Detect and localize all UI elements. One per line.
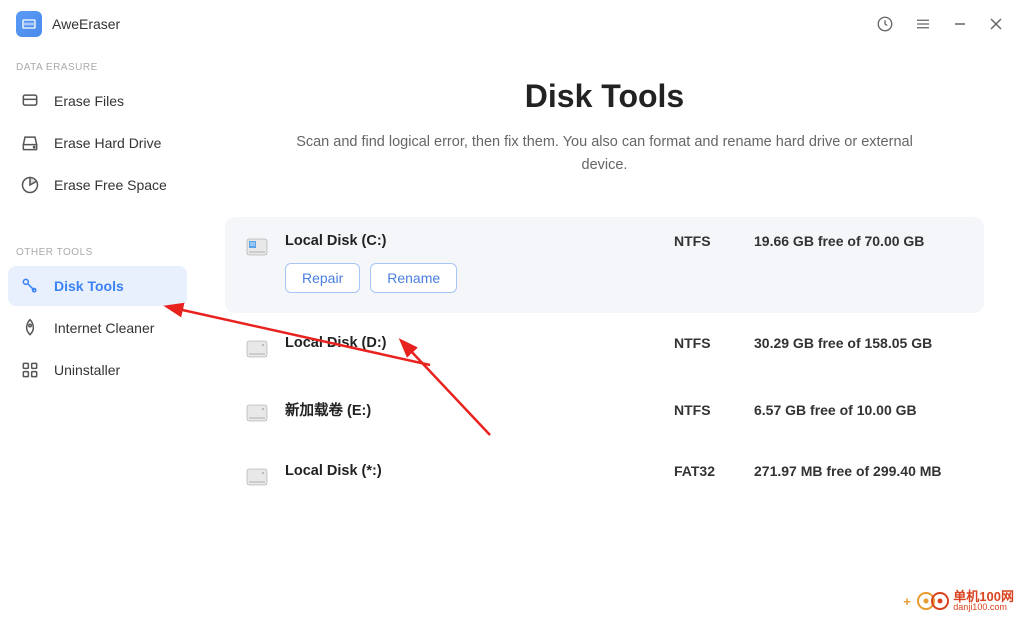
disk-filesystem: NTFS (674, 402, 754, 418)
disk-free-space: 6.57 GB free of 10.00 GB (754, 402, 964, 418)
sidebar-item-label: Erase Files (54, 93, 124, 109)
disk-free-space: 30.29 GB free of 158.05 GB (754, 335, 964, 351)
sidebar-item-internet-cleaner[interactable]: Internet Cleaner (8, 308, 187, 348)
tools-icon (20, 276, 40, 296)
sidebar-item-uninstaller[interactable]: Uninstaller (8, 350, 187, 390)
sidebar-item-erase-files[interactable]: Erase Files (8, 81, 187, 121)
disk-name: 新加载卷 (E:) (285, 399, 674, 420)
app-title: AweEraser (52, 16, 120, 32)
watermark: + 单机100网 danji100.com (917, 590, 1014, 612)
disk-row[interactable]: Local Disk (*:) FAT32 271.97 MB free of … (225, 447, 984, 505)
sidebar-section-label: DATA ERASURE (8, 48, 187, 79)
sidebar-item-erase-hard-drive[interactable]: Erase Hard Drive (8, 123, 187, 163)
app-logo (16, 11, 42, 37)
disk-filesystem: NTFS (674, 233, 754, 249)
disk-icon (245, 465, 269, 489)
disk-free-space: 19.66 GB free of 70.00 GB (754, 233, 964, 249)
menu-icon[interactable] (914, 15, 932, 33)
minimize-button[interactable] (952, 17, 968, 31)
file-icon (20, 91, 40, 111)
drive-icon (20, 133, 40, 153)
history-icon[interactable] (876, 15, 894, 33)
disk-row[interactable]: 新加载卷 (E:) NTFS 6.57 GB free of 10.00 GB (225, 383, 984, 441)
rename-button[interactable]: Rename (370, 263, 457, 293)
sidebar-item-label: Internet Cleaner (54, 320, 154, 336)
disk-row[interactable]: Local Disk (C:) NTFS 19.66 GB free of 70… (225, 217, 984, 313)
pie-icon (20, 175, 40, 195)
disk-filesystem: NTFS (674, 335, 754, 351)
watermark-url: danji100.com (953, 603, 1014, 612)
close-button[interactable] (988, 17, 1004, 31)
disk-row[interactable]: Local Disk (D:) NTFS 30.29 GB free of 15… (225, 319, 984, 377)
page-title: Disk Tools (225, 78, 984, 115)
sidebar-item-label: Disk Tools (54, 278, 124, 294)
disk-name: Local Disk (C:) (285, 233, 674, 249)
disk-free-space: 271.97 MB free of 299.40 MB (754, 463, 964, 479)
sidebar-item-erase-free-space[interactable]: Erase Free Space (8, 165, 187, 205)
sidebar-item-label: Uninstaller (54, 362, 120, 378)
disk-name: Local Disk (D:) (285, 335, 674, 351)
grid-icon (20, 360, 40, 380)
sidebar-item-disk-tools[interactable]: Disk Tools (8, 266, 187, 306)
disk-name: Local Disk (*:) (285, 463, 674, 479)
sidebar-item-label: Erase Hard Drive (54, 135, 161, 151)
disk-icon (245, 337, 269, 361)
repair-button[interactable]: Repair (285, 263, 360, 293)
sidebar-section-label: OTHER TOOLS (8, 233, 187, 264)
disk-filesystem: FAT32 (674, 463, 754, 479)
disk-icon (245, 401, 269, 425)
rocket-icon (20, 318, 40, 338)
sidebar-item-label: Erase Free Space (54, 177, 167, 193)
page-subtitle: Scan and find logical error, then fix th… (285, 131, 925, 177)
sidebar: DATA ERASURE Erase Files Erase Hard Driv… (0, 48, 195, 620)
disk-icon (245, 235, 269, 259)
